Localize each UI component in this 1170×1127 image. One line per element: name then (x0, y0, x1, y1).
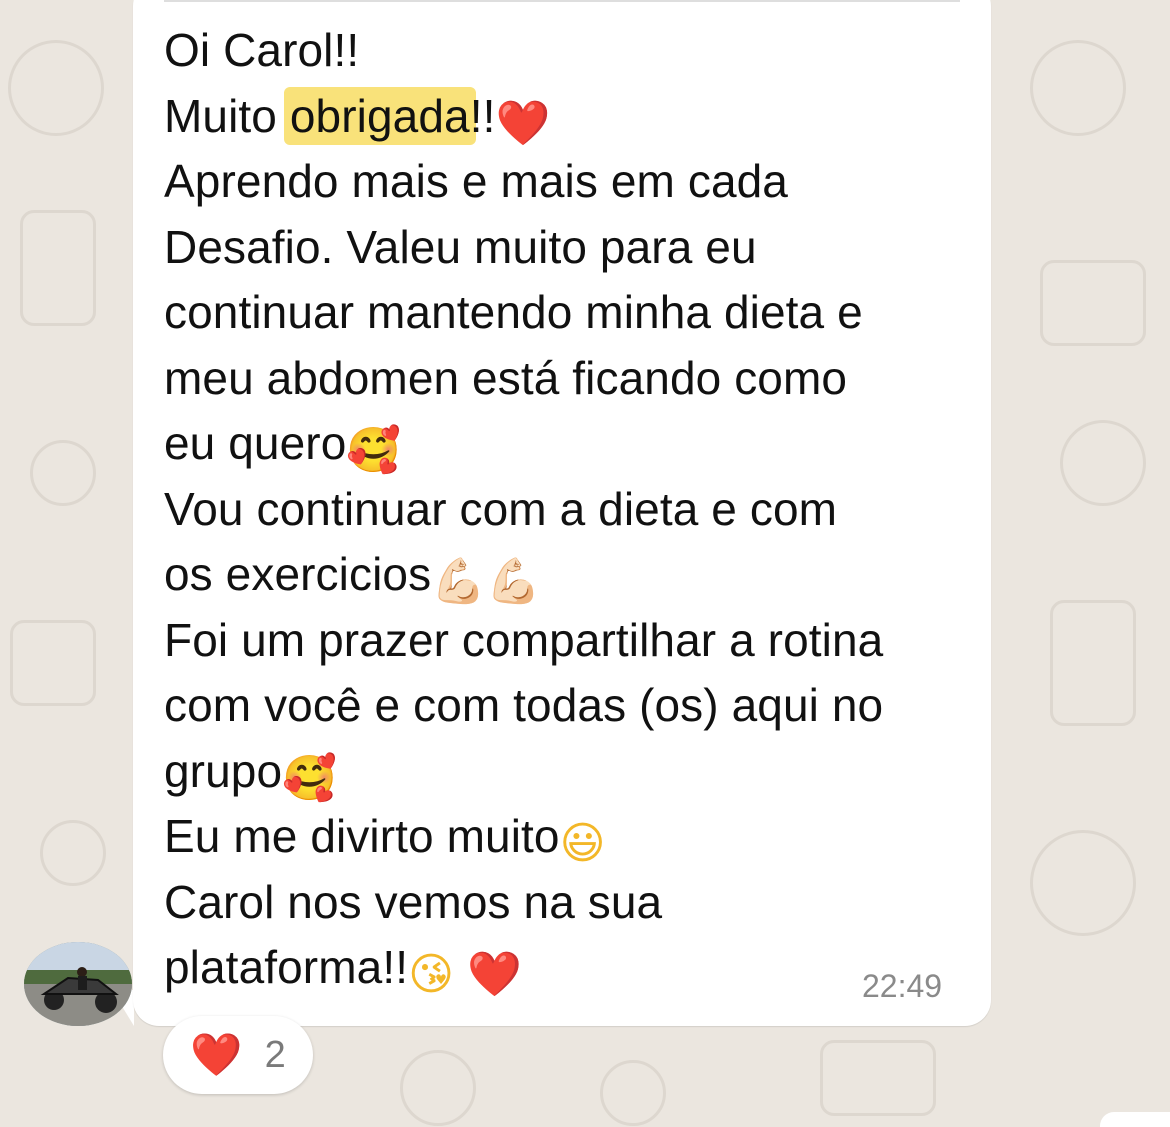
red-heart-emoji: ❤️ (495, 97, 551, 149)
message-line: Oi Carol!! (164, 18, 964, 84)
text-segment: plataforma!! (164, 941, 409, 993)
text-segment: Vou continuar com a dieta e com (164, 482, 838, 535)
wallpaper-doodle (1060, 420, 1146, 506)
smiling-hearts-emoji: 🥰 (282, 752, 338, 804)
message-line: grupo🥰 (164, 739, 964, 805)
wallpaper-doodle (1030, 830, 1136, 936)
wallpaper-doodle (1030, 40, 1126, 136)
text-segment: Desafio. Valeu muito para eu (164, 220, 757, 273)
wallpaper-doodle (20, 210, 96, 326)
smiling-hearts-emoji: 🥰 (346, 425, 402, 476)
message-text: Oi Carol!! Muito obrigada!!❤️ Aprendo ma… (164, 18, 964, 1001)
wallpaper-doodle (400, 1050, 476, 1126)
text-segment: Aprendo mais e mais em cada (164, 155, 788, 207)
kissing-heart-emoji: 😘 (408, 949, 455, 1000)
message-line: continuar mantendo minha dieta e (164, 280, 964, 346)
reaction-pill[interactable]: ❤️ 2 (163, 1016, 313, 1094)
wallpaper-doodle (1040, 260, 1146, 346)
avatar-photo-icon (24, 942, 132, 1026)
message-line: com você e com todas (os) aqui no (164, 673, 964, 739)
message-line: Foi um prazer compartilhar a rotina (164, 608, 964, 674)
message-line: Carol nos vemos na sua (164, 870, 964, 936)
text-segment: grupo (164, 744, 283, 797)
flexed-biceps-emoji: 💪🏻 (431, 556, 487, 607)
reaction-count: 2 (264, 1033, 286, 1076)
search-highlight: obrigada (283, 86, 476, 145)
text-segment: meu abdomen está ficando como (164, 351, 848, 404)
red-heart-emoji: ❤️ (466, 949, 522, 1000)
message-line: eu quero🥰 (164, 411, 964, 477)
message-line: plataforma!!😘 ❤️ (164, 935, 964, 1001)
text-segment: Muito (164, 89, 290, 142)
message-timestamp: 22:49 (862, 968, 943, 1004)
message-line: Vou continuar com a dieta e com (164, 477, 964, 543)
message-line: Aprendo mais e mais em cada (164, 149, 964, 215)
message-line: meu abdomen está ficando como (164, 346, 964, 412)
message-line: Eu me divirto muito😃 (164, 804, 964, 870)
grinning-emoji: 😃 (559, 818, 606, 869)
wallpaper-doodle (30, 440, 96, 506)
text-segment: os exercicios (164, 548, 432, 600)
wallpaper-doodle (600, 1060, 666, 1126)
bubble-divider (164, 0, 960, 2)
wallpaper-doodle (1050, 600, 1136, 726)
text-segment: !! (469, 89, 496, 142)
sender-avatar[interactable] (24, 942, 132, 1026)
text-segment: com você e com todas (os) aqui no (164, 679, 884, 731)
wallpaper-doodle (8, 40, 104, 136)
message-line: os exercicios💪🏻💪🏻 (164, 542, 964, 608)
text-segment: Eu me divirto muito (164, 810, 560, 862)
text-segment: Oi Carol!! (164, 24, 360, 76)
message-line: Desafio. Valeu muito para eu (164, 215, 964, 281)
wallpaper-doodle (40, 820, 106, 886)
next-message-bubble (1100, 1112, 1170, 1127)
message-line: Muito obrigada!!❤️ (164, 84, 964, 150)
wallpaper-doodle (820, 1040, 936, 1116)
text-segment: Carol nos vemos na sua (164, 875, 663, 928)
text-segment: Foi um prazer compartilhar a rotina (164, 613, 884, 666)
text-segment: continuar mantendo minha dieta e (164, 286, 863, 338)
reaction-heart-icon: ❤️ (190, 1030, 243, 1079)
text-segment: eu quero (164, 417, 347, 469)
wallpaper-doodle (10, 620, 96, 706)
flexed-biceps-emoji: 💪🏻 (486, 556, 541, 607)
